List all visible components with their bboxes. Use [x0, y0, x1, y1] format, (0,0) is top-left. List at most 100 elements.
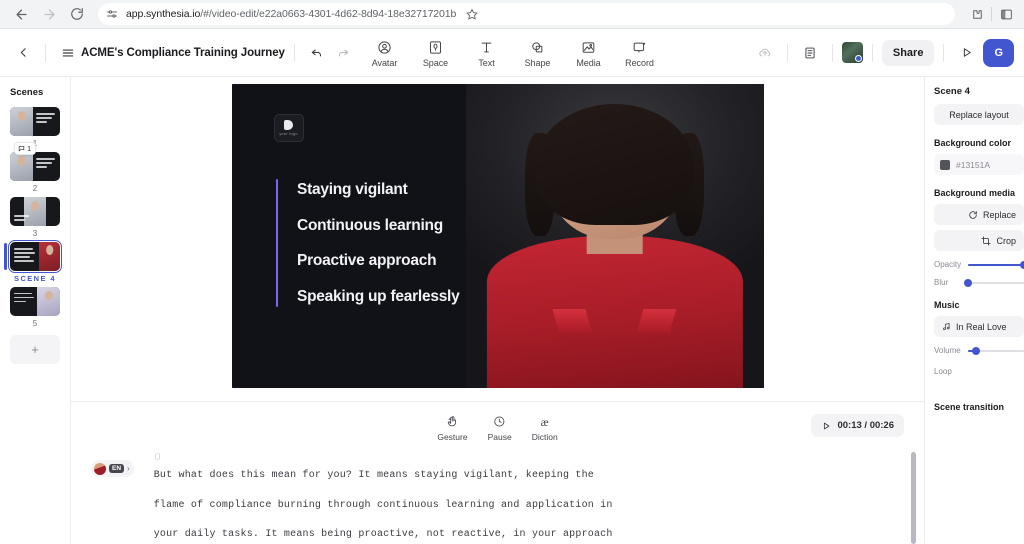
clock-pause-icon — [493, 414, 506, 429]
chrome-divider — [991, 7, 992, 21]
scene-label: Scene 4 — [934, 86, 970, 97]
crop-media-button[interactable]: Crop — [934, 230, 1024, 251]
blur-slider-row: Blur — [934, 278, 1024, 287]
background-color-value: #13151A — [956, 159, 991, 170]
diction-button[interactable]: æ Diction — [531, 414, 558, 443]
preview-play-button[interactable] — [953, 40, 979, 66]
tool-avatar[interactable]: Avatar — [361, 35, 408, 70]
scene-transition-heading: Scene transition — [934, 402, 1005, 412]
scene-item-2[interactable]: 1 2 — [10, 142, 60, 194]
script-scrollbar[interactable] — [911, 452, 916, 544]
tool-text[interactable]: Text — [463, 35, 510, 70]
opacity-slider[interactable] — [968, 260, 1024, 269]
site-settings-icon[interactable] — [106, 8, 119, 21]
bullet-item-1: Staying vigilant — [297, 181, 408, 198]
tool-space[interactable]: Space — [412, 35, 459, 70]
scene-number-3: 3 — [32, 229, 38, 238]
opacity-slider-knob[interactable] — [1020, 260, 1024, 269]
logo-glyph-icon — [284, 120, 293, 130]
music-track-label: In Real Love — [956, 321, 1007, 332]
script-editor: EN › But what does this mean for you? It… — [71, 450, 924, 544]
add-scene-button[interactable]: + — [10, 334, 60, 364]
extensions-icon[interactable] — [967, 4, 987, 24]
record-icon — [632, 38, 647, 55]
scene-thumbnail-3[interactable] — [10, 197, 60, 226]
speaker-avatar-icon — [94, 462, 106, 475]
generate-button[interactable]: G — [983, 38, 1014, 67]
scene-item-5[interactable]: 5 — [10, 284, 60, 329]
tool-record[interactable]: Record — [616, 35, 663, 70]
phonetics-icon: æ — [540, 414, 549, 429]
media-icon — [581, 38, 596, 55]
toolbar-divider — [45, 43, 46, 62]
music-track-button[interactable]: In Real Love — [934, 316, 1024, 337]
scene-thumbnail-1[interactable] — [10, 107, 60, 136]
volume-slider-row: Volume — [934, 346, 1024, 355]
browser-reload-button[interactable] — [64, 1, 90, 27]
color-swatch[interactable] — [940, 159, 950, 170]
tool-shape[interactable]: Shape — [514, 35, 561, 70]
volume-slider-knob[interactable] — [972, 346, 981, 355]
toolbar-divider-4 — [831, 43, 833, 62]
shape-icon — [530, 38, 545, 55]
side-panel-icon[interactable] — [996, 4, 1016, 24]
scene-thumbnail-2[interactable] — [10, 152, 60, 181]
bullet-item-2: Continuous learning — [297, 216, 443, 234]
collaborator-avatar[interactable] — [841, 42, 863, 63]
background-color-field[interactable]: #13151A — [934, 154, 1024, 175]
replace-media-button[interactable]: Replace — [934, 204, 1024, 225]
avatar-torso — [486, 236, 743, 388]
replace-icon — [969, 210, 977, 219]
share-button[interactable]: Share — [881, 39, 935, 66]
chevron-right-icon[interactable]: › — [127, 464, 130, 473]
scene-item-4[interactable]: SCENE 4 — [4, 239, 62, 284]
scene-thumbnail-4[interactable] — [8, 240, 62, 273]
volume-slider[interactable] — [968, 346, 1024, 355]
collar-left — [552, 308, 593, 334]
scene-comment-badge[interactable]: 1 — [14, 142, 37, 155]
music-note-icon — [943, 323, 950, 331]
back-button[interactable] — [10, 40, 36, 66]
toolbar-right-group: Share G — [752, 38, 1014, 67]
volume-label: Volume — [934, 346, 961, 355]
scenes-title: Scenes — [10, 87, 44, 98]
text-icon — [479, 38, 494, 55]
toolbar-divider-2 — [293, 43, 295, 62]
script-panel: Gesture Pause æ Diction 00:13 / 00:26 EN… — [71, 401, 924, 544]
tool-media-label: Media — [576, 58, 601, 68]
app-root: app.synthesia.io/#/video-edit/e22a0663-4… — [0, 0, 1024, 544]
scene-item-3[interactable]: 3 — [10, 194, 60, 239]
gesture-button[interactable]: Gesture — [437, 414, 468, 442]
project-title[interactable]: ACME's Compliance Training Journey — [81, 47, 285, 59]
playback-time-pill[interactable]: 00:13 / 00:26 — [811, 414, 904, 437]
tool-media[interactable]: Media — [565, 35, 612, 70]
blur-slider-knob[interactable] — [964, 278, 972, 287]
script-control-bar: Gesture Pause æ Diction 00:13 / 00:26 — [71, 402, 924, 450]
paragraph-handle-icon[interactable] — [154, 450, 924, 461]
redo-button[interactable] — [330, 40, 356, 66]
pause-button[interactable]: Pause — [488, 414, 512, 442]
video-canvas[interactable]: your logo Staying vigilant Continuous le… — [231, 84, 764, 388]
speaker-language-chip[interactable]: EN › — [91, 460, 134, 477]
scene-number-2: 2 — [32, 184, 38, 193]
avatar-video-layer[interactable] — [465, 84, 764, 388]
replace-layout-button[interactable]: Replace layout — [934, 104, 1024, 125]
browser-address-bar[interactable]: app.synthesia.io/#/video-edit/e22a0663-4… — [98, 3, 955, 25]
bullet-text-block[interactable]: Staying vigilant Continuous learning Pro… — [275, 179, 460, 307]
browser-back-button[interactable] — [8, 1, 34, 27]
diction-label: Diction — [531, 432, 558, 442]
logo-placeholder[interactable]: your logo — [273, 114, 304, 142]
notes-icon[interactable] — [797, 40, 823, 66]
scene-thumbnail-5[interactable] — [10, 286, 60, 316]
undo-button[interactable] — [304, 40, 330, 66]
bookmark-star-icon[interactable] — [463, 5, 481, 23]
cloud-upload-icon[interactable] — [752, 40, 778, 66]
opacity-slider-row: Opacity — [934, 260, 1024, 269]
script-text-wrapper[interactable]: But what does this mean for you? It mean… — [134, 450, 924, 544]
main-menu-button[interactable] — [55, 40, 81, 66]
tool-record-label: Record — [625, 58, 654, 68]
replace-layout-label: Replace layout — [949, 109, 1009, 120]
blur-slider[interactable] — [964, 278, 1024, 287]
script-textarea[interactable]: But what does this mean for you? It mean… — [154, 461, 924, 544]
browser-forward-button[interactable] — [36, 1, 62, 27]
